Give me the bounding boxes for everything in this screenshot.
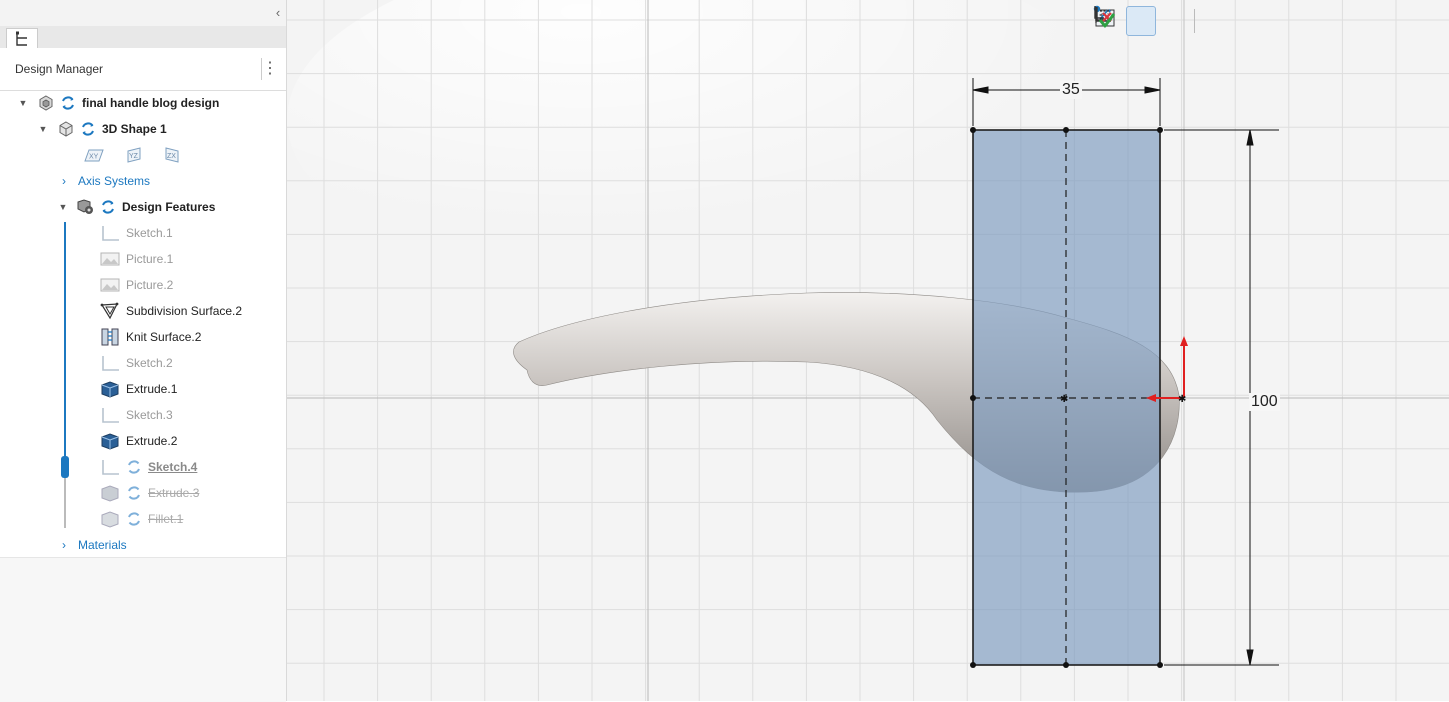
exit-sketch-cancel-button[interactable] <box>1095 6 1229 36</box>
tree-item-feature[interactable]: Picture.1 <box>100 248 173 270</box>
cycle-icon <box>128 512 140 526</box>
sketch-toolbar <box>1092 4 1267 38</box>
tree-item-label: Design Features <box>122 200 216 214</box>
tree-item-label: Sketch.2 <box>126 356 173 370</box>
exit-confirm-icon <box>1094 6 1116 28</box>
tree-item-shape[interactable]: ▼ 3D Shape 1 <box>38 118 167 140</box>
exit-sketch-confirm-button[interactable] <box>1094 6 1263 36</box>
viewport-canvas[interactable]: ✱ ✱ <box>287 0 1449 701</box>
extrude-icon <box>101 381 119 398</box>
fillet-icon <box>101 511 119 528</box>
svg-text:✱: ✱ <box>1178 394 1186 405</box>
sketch-icon <box>102 460 119 475</box>
expand-toggle-icon[interactable]: ▼ <box>38 124 48 134</box>
history-slider-handle[interactable] <box>61 456 69 478</box>
tree-item-feature[interactable]: Knit Surface.2 <box>100 326 201 348</box>
3d-viewport[interactable]: ✱ ✱ 35 100 <box>287 0 1449 701</box>
chevron-right-icon[interactable]: › <box>62 538 72 552</box>
knit-surface-icon <box>101 328 119 346</box>
tree-item-label: Sketch.1 <box>126 226 173 240</box>
constraint-button[interactable] <box>1096 6 1156 36</box>
tree-item-axis-systems[interactable]: › Axis Systems <box>62 170 150 192</box>
toolbar-separator <box>1194 9 1195 33</box>
tree-item-label: Fillet.1 <box>148 512 184 526</box>
chevron-right-icon[interactable]: › <box>62 174 72 188</box>
tree-item-label: Axis Systems <box>78 174 151 188</box>
design-manager-panel: ‹ Design Manager ⋮ ▼ final handle blog d… <box>0 0 287 702</box>
zx-plane-icon[interactable]: ZX <box>164 147 180 163</box>
svg-text:YZ: YZ <box>129 153 139 160</box>
picture-icon <box>100 252 120 266</box>
tree-item-label: Picture.1 <box>126 252 174 266</box>
tree-item-feature[interactable]: Fillet.1 <box>100 508 183 530</box>
sketch-icon <box>102 356 119 371</box>
tree-item-feature[interactable]: Sketch.2 <box>100 352 173 374</box>
tree-item-feature[interactable]: Picture.2 <box>100 274 173 296</box>
tree-item-feature-active[interactable]: Sketch.4 <box>100 456 197 478</box>
tree-item-label: 3D Shape 1 <box>102 122 167 136</box>
panel-header: Design Manager ⋮ <box>0 48 286 91</box>
panel-tabs <box>0 26 286 48</box>
design-features-icon <box>77 199 93 214</box>
history-line-suppressed <box>64 478 66 528</box>
sketch-icon <box>102 226 119 241</box>
cycle-icon <box>102 200 114 214</box>
expand-toggle-icon[interactable]: ▼ <box>18 98 28 108</box>
extrude-icon <box>101 433 119 450</box>
cycle-icon <box>62 96 74 110</box>
plane-icons-row: XY YZ ZX <box>84 144 180 166</box>
sketch-icon <box>102 408 119 423</box>
height-dimension-value[interactable]: 100 <box>1249 393 1280 411</box>
part-icon <box>39 95 53 111</box>
shape-icon <box>59 121 73 137</box>
tree-item-label: Extrude.2 <box>126 434 178 448</box>
cycle-icon <box>82 122 94 136</box>
cycle-icon <box>128 460 140 474</box>
tree-icon <box>16 31 27 46</box>
tree-item-label: Picture.2 <box>126 278 174 292</box>
tree-item-label: Knit Surface.2 <box>126 330 202 344</box>
xy-plane-icon[interactable]: XY <box>84 147 104 163</box>
expand-toggle-icon[interactable]: ▼ <box>58 202 68 212</box>
tab-tree[interactable] <box>6 28 38 48</box>
extrude-icon <box>101 485 119 502</box>
panel-menu-button[interactable]: ⋮ <box>261 58 278 80</box>
picture-icon <box>100 278 120 292</box>
tree-item-label: final handle blog design <box>82 96 220 110</box>
panel-empty-area <box>0 557 286 702</box>
collapse-panel-button[interactable]: ‹ <box>272 6 284 20</box>
panel-topbar: ‹ <box>0 0 286 27</box>
subdivision-surface-icon <box>100 302 119 320</box>
tree-item-feature[interactable]: Sketch.3 <box>100 404 173 426</box>
auto-dimension-button[interactable] <box>1095 6 1190 36</box>
svg-text:ZX: ZX <box>167 153 176 160</box>
tree-item-feature[interactable]: Sketch.1 <box>100 222 173 244</box>
cycle-icon <box>128 486 140 500</box>
tree-item-root[interactable]: ▼ final handle blog design <box>18 92 219 114</box>
tree-item-feature[interactable]: Extrude.1 <box>100 378 177 400</box>
tree-item-feature[interactable]: Extrude.3 <box>100 482 199 504</box>
tree-item-feature[interactable]: Extrude.2 <box>100 430 177 452</box>
center-point-marker: ✱ <box>1060 394 1068 405</box>
tree-item-feature[interactable]: Subdivision Surface.2 <box>100 300 242 322</box>
tree-item-label: Sketch.3 <box>126 408 173 422</box>
tree-item-label: Materials <box>78 538 127 552</box>
tree-item-design-features[interactable]: ▼ Design Features <box>58 196 215 218</box>
yz-plane-icon[interactable]: YZ <box>126 147 142 163</box>
panel-title: Design Manager <box>15 62 104 76</box>
tree-item-materials[interactable]: › Materials <box>62 534 127 556</box>
svg-text:XY: XY <box>89 154 99 161</box>
width-dimension-value[interactable]: 35 <box>1060 81 1082 99</box>
tree-item-label: Subdivision Surface.2 <box>126 304 243 318</box>
tree-item-label: Extrude.3 <box>148 486 200 500</box>
tree-item-label: Extrude.1 <box>126 382 178 396</box>
tree-item-label: Sketch.4 <box>148 460 198 474</box>
